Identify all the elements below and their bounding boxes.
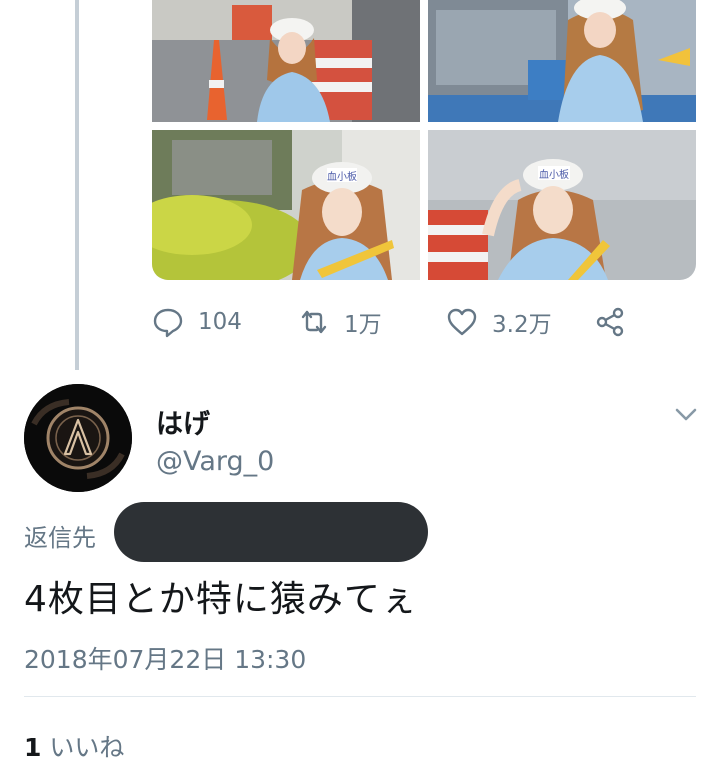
divider (24, 696, 696, 697)
reply-button[interactable]: 104 (152, 300, 242, 344)
chevron-down-icon[interactable] (672, 400, 700, 428)
retweet-button[interactable]: 1万 (298, 300, 382, 344)
redacted-reply-target (114, 502, 428, 562)
user-handle[interactable]: @Varg_0 (156, 446, 274, 477)
tweet-photo-grid: 血小板 血小板 (152, 0, 696, 280)
svg-text:血小板: 血小板 (327, 170, 357, 183)
heart-icon (447, 308, 477, 336)
tweet-photo-4[interactable]: 血小板 (428, 130, 696, 280)
tweet-photo-3[interactable]: 血小板 (152, 130, 420, 280)
speech-bubble-icon (153, 308, 183, 338)
like-button[interactable]: 3.2万 (446, 300, 552, 344)
retweet-count: 1万 (344, 312, 382, 338)
display-name[interactable]: はげ (156, 402, 210, 441)
likes-count: 1 (24, 733, 42, 762)
likes-summary[interactable]: 1 いいね (24, 728, 124, 764)
likes-label: いいね (49, 733, 125, 762)
svg-text:血小板: 血小板 (539, 168, 569, 181)
reply-count: 104 (198, 309, 242, 335)
like-count: 3.2万 (492, 312, 552, 338)
reply-to-label: 返信先 (24, 524, 96, 552)
tweet-action-bar: 104 1万 3.2万 (152, 300, 652, 344)
share-icon (596, 307, 624, 337)
thread-connector-line (75, 0, 79, 370)
tweet-photo-1[interactable] (152, 0, 420, 122)
share-button[interactable] (594, 300, 640, 344)
retweet-icon (301, 310, 327, 334)
tweet-timestamp[interactable]: 2018年07月22日 13:30 (24, 640, 306, 676)
tweet-photo-2[interactable] (428, 0, 696, 122)
avatar[interactable] (24, 384, 132, 492)
tweet-text: 4枚目とか特に猿みてぇ (24, 579, 418, 620)
